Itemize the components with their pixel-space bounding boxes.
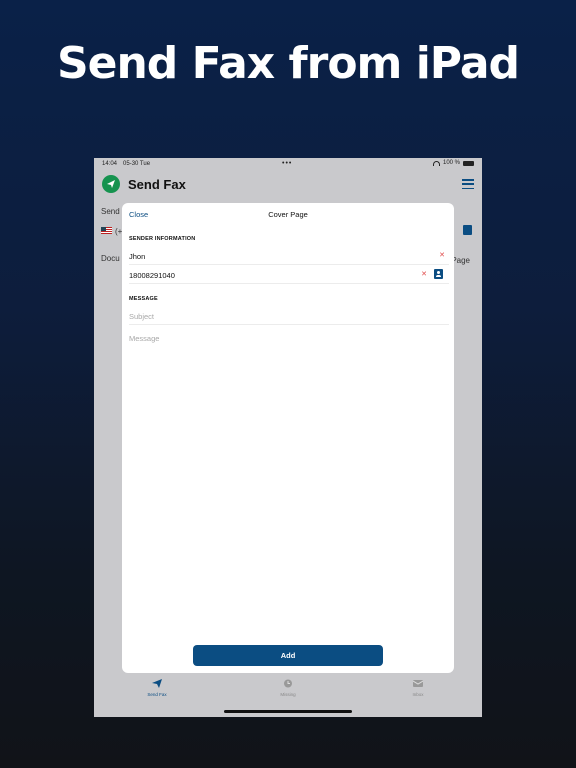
wifi-icon: [432, 160, 440, 166]
sender-phone-value: 18008291040: [129, 271, 175, 280]
message-placeholder: Message: [129, 334, 160, 343]
sender-name-value: Jhon: [129, 252, 146, 261]
send-label: Send: [101, 207, 120, 216]
battery-icon: [463, 160, 474, 166]
hamburger-menu-icon[interactable]: [462, 179, 474, 189]
tab-missing[interactable]: Missing: [258, 679, 318, 697]
app-logo-icon: [102, 175, 120, 193]
contact-picker-icon[interactable]: [463, 225, 472, 235]
cover-page-modal: Close Cover Page SENDER INFORMATION Jhon…: [122, 203, 454, 673]
tab-label: Missing: [280, 692, 296, 697]
us-flag-icon[interactable]: [101, 227, 112, 234]
tab-inbox[interactable]: Inbox: [388, 679, 448, 697]
modal-title: Cover Page: [268, 210, 308, 219]
message-input[interactable]: Message: [129, 329, 449, 347]
subject-input[interactable]: Subject: [129, 307, 449, 325]
clear-phone-icon[interactable]: ✕: [421, 270, 427, 278]
message-heading: MESSAGE: [129, 296, 158, 302]
cover-page-link[interactable]: Page: [451, 256, 470, 265]
tab-label: Send Fax: [147, 692, 167, 697]
status-date: 05-30 Tue: [123, 161, 151, 167]
clock-icon: [283, 679, 293, 688]
status-bar: 14:04 05-30 Tue ••• 100 %: [94, 158, 482, 170]
battery-percent: 100 %: [442, 160, 460, 166]
sender-phone-field[interactable]: 18008291040 ✕: [129, 266, 449, 284]
subject-placeholder: Subject: [129, 312, 155, 321]
multitask-dots[interactable]: •••: [282, 160, 292, 167]
tab-send-fax[interactable]: Send Fax: [127, 679, 187, 697]
status-time: 14:04: [102, 161, 118, 167]
sender-info-heading: SENDER INFORMATION: [129, 236, 196, 242]
contact-picker-icon[interactable]: [434, 269, 443, 279]
headline: Send Fax from iPad: [56, 38, 520, 89]
clear-name-icon[interactable]: ✕: [439, 251, 445, 259]
paper-plane-icon: [152, 679, 162, 688]
home-indicator[interactable]: [224, 710, 352, 713]
documents-label: Docu: [101, 254, 120, 263]
app-bar: Send Fax: [94, 172, 482, 198]
add-button[interactable]: Add: [193, 645, 383, 666]
inbox-icon: [412, 679, 424, 688]
app-title: Send Fax: [128, 177, 186, 192]
sender-name-field[interactable]: Jhon ✕: [129, 247, 449, 265]
tab-label: Inbox: [412, 692, 424, 697]
